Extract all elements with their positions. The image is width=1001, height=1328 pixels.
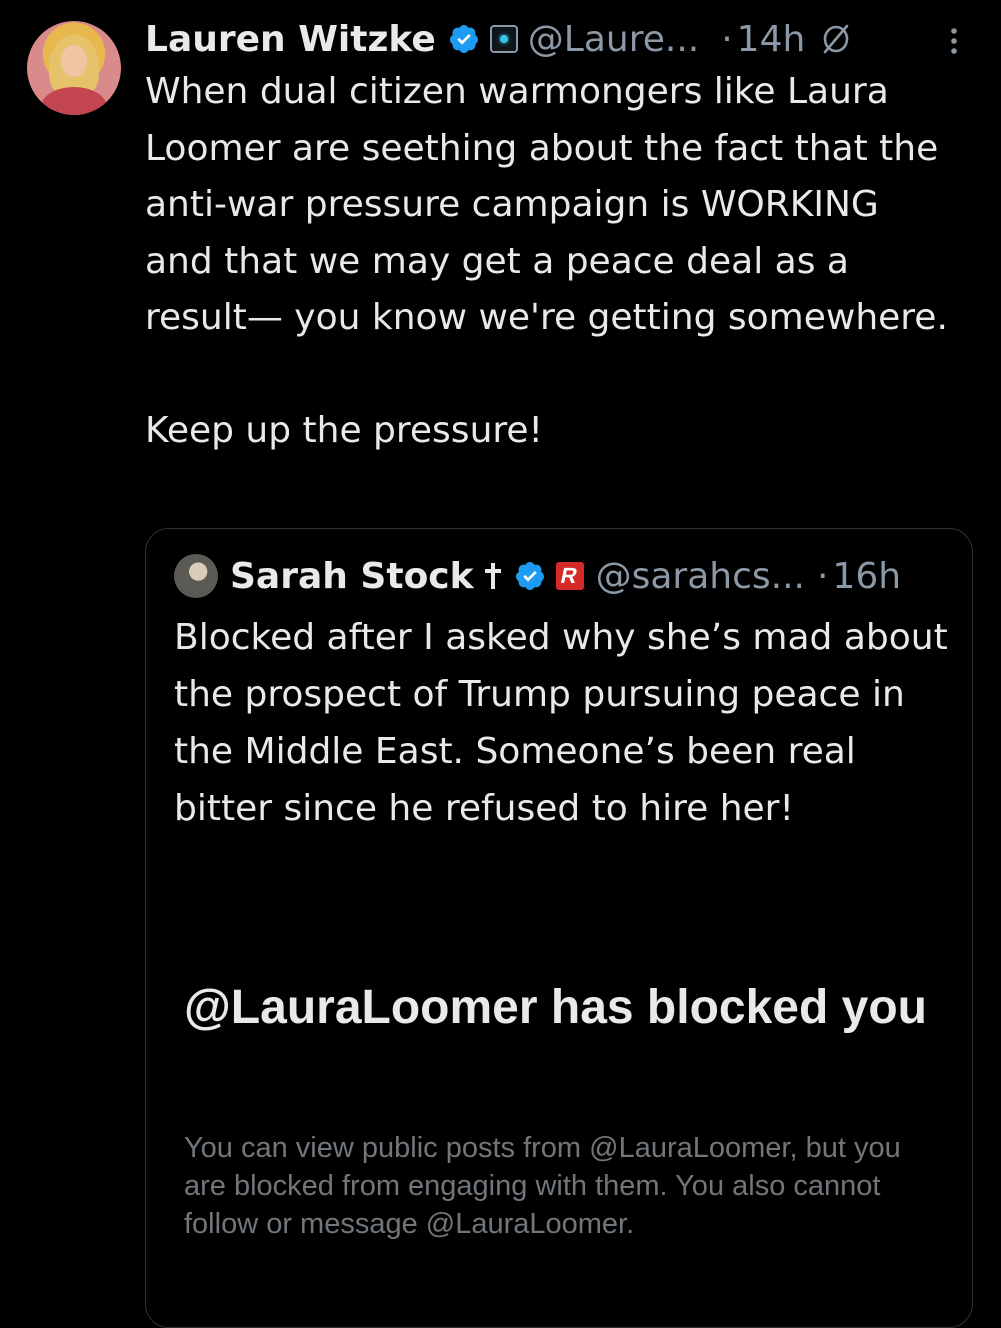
more-options-icon[interactable] — [944, 24, 964, 58]
separator-dot: · — [721, 18, 733, 60]
tweet-text-paragraph: When dual citizen warmongers like Laura … — [145, 71, 948, 338]
tweet-timestamp[interactable]: 14h — [737, 19, 806, 60]
quoted-tweet-timestamp: 16h — [832, 555, 902, 597]
embedded-blocked-title: @LauraLoomer has blocked you — [184, 981, 927, 1034]
quoted-tweet[interactable]: Sarah Stock @sarahcs... · 16h Blocked af… — [145, 528, 973, 1328]
author-name[interactable]: Lauren Witzke — [145, 19, 436, 60]
tweet-text: When dual citizen warmongers like Laura … — [145, 64, 955, 459]
affiliation-badge-icon[interactable] — [489, 25, 518, 53]
author-avatar[interactable] — [27, 21, 121, 115]
tweet-header: Lauren Witzke @Laure... · 14h — [145, 14, 853, 64]
author-handle[interactable]: @Laure... — [528, 19, 699, 60]
embedded-blocked-body: You can view public posts from @LauraLoo… — [184, 1132, 901, 1240]
quoted-author-handle: @sarahcs... — [595, 555, 805, 597]
verified-badge-icon — [449, 25, 478, 53]
separator-dot: · — [816, 555, 829, 597]
verified-badge-icon — [515, 562, 544, 590]
affiliation-badge-icon — [555, 562, 584, 590]
quoted-tweet-header: Sarah Stock @sarahcs... · 16h — [174, 551, 901, 601]
no-replies-icon — [823, 24, 849, 54]
tweet-text-paragraph: Keep up the pressure! — [145, 409, 543, 451]
cross-icon — [484, 563, 501, 589]
quoted-author-avatar — [174, 554, 218, 598]
quoted-author-name: Sarah Stock — [230, 555, 474, 597]
quoted-tweet-text: Blocked after I asked why she’s mad abou… — [174, 617, 948, 829]
